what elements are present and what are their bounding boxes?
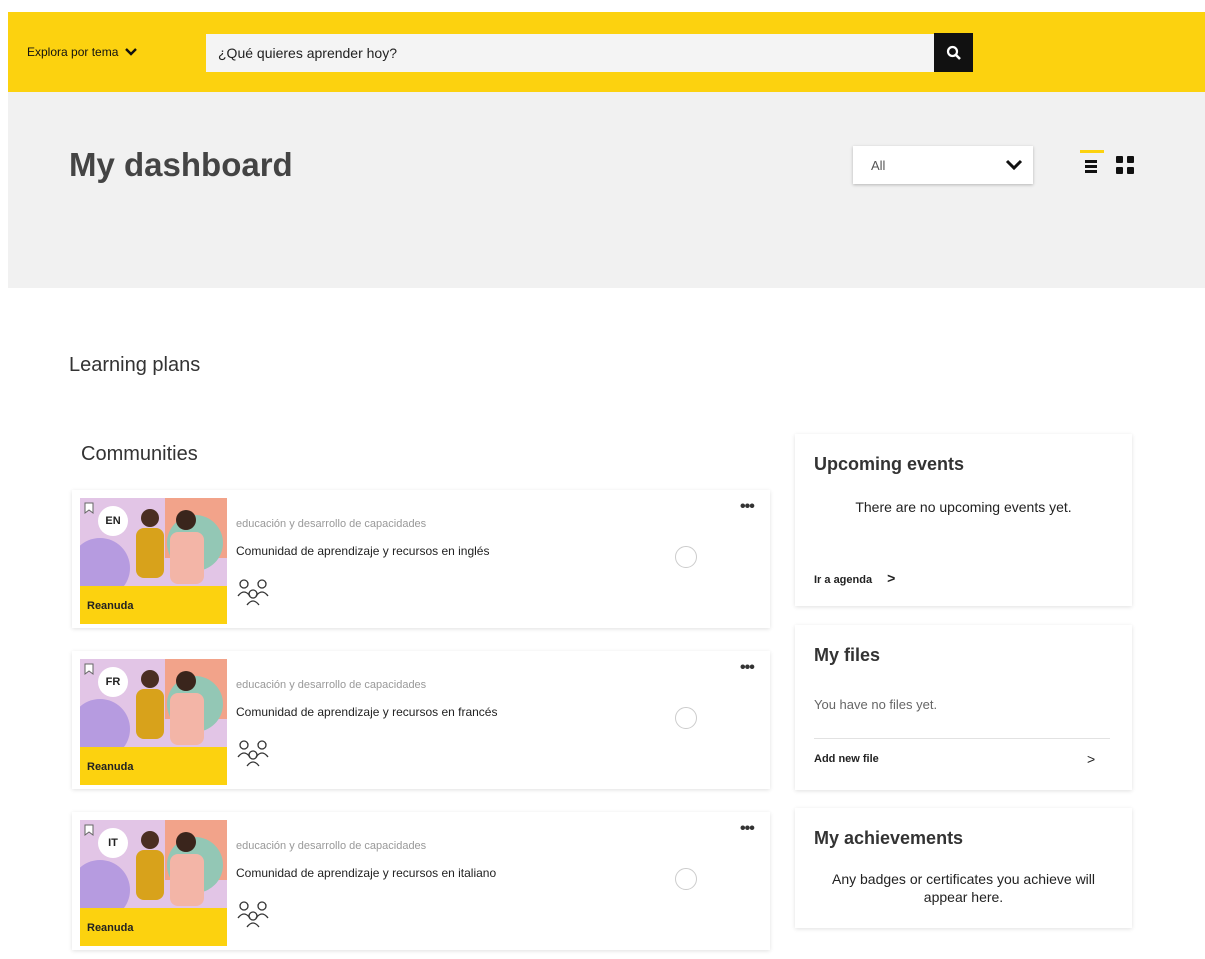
community-members-icon	[237, 901, 269, 928]
community-name[interactable]: Comunidad de aprendizaje y recursos en i…	[236, 866, 496, 880]
bookmark-icon[interactable]	[84, 663, 94, 675]
grid-view-icon[interactable]	[1114, 154, 1136, 176]
list-view-icon[interactable]	[1078, 150, 1106, 178]
my-files-message: You have no files yet.	[814, 697, 938, 712]
upcoming-events-message: There are no upcoming events yet.	[855, 499, 1072, 515]
progress-circle	[675, 868, 697, 890]
explore-label: Explora por tema	[27, 45, 119, 59]
bookmark-icon[interactable]	[84, 502, 94, 514]
community-thumbnail[interactable]: IT Reanuda	[80, 820, 227, 946]
bookmark-icon[interactable]	[84, 824, 94, 836]
progress-circle	[675, 707, 697, 729]
community-thumbnail[interactable]: FR Reanuda	[80, 659, 227, 785]
chevron-down-icon	[1005, 159, 1023, 171]
language-badge: IT	[98, 828, 128, 858]
resume-button[interactable]: Reanuda	[87, 761, 133, 773]
learning-plans-title: Learning plans	[69, 354, 201, 376]
upcoming-events-title: Upcoming events	[814, 454, 965, 474]
language-badge: FR	[98, 667, 128, 697]
community-card[interactable]: IT Reanuda educación y desarrollo de cap…	[72, 812, 770, 950]
community-members-icon	[237, 579, 269, 606]
community-category: educación y desarrollo de capacidades	[236, 840, 427, 852]
add-new-file-link[interactable]: Add new file	[814, 753, 879, 765]
communities-title: Communities	[81, 443, 198, 465]
more-options-icon[interactable]: •••	[740, 659, 755, 677]
community-name[interactable]: Comunidad de aprendizaje y recursos en i…	[236, 544, 489, 558]
upcoming-events-panel: Upcoming events There are no upcoming ev…	[795, 434, 1132, 606]
community-category: educación y desarrollo de capacidades	[236, 518, 427, 530]
dashboard-header: My dashboard All	[8, 92, 1205, 288]
search-input[interactable]	[206, 34, 941, 72]
go-to-agenda-label: Ir a agenda	[814, 574, 873, 586]
my-achievements-title: My achievements	[814, 828, 964, 848]
my-achievements-message: Any badges or certificates you achieve w…	[831, 871, 1096, 905]
filter-selected-value: All	[871, 157, 886, 173]
community-name[interactable]: Comunidad de aprendizaje y recursos en f…	[236, 705, 497, 719]
community-thumbnail[interactable]: EN Reanuda	[80, 498, 227, 624]
more-options-icon[interactable]: •••	[740, 498, 755, 516]
divider	[814, 738, 1110, 739]
language-badge: EN	[98, 506, 128, 536]
my-achievements-panel: My achievements Any badges or certificat…	[795, 808, 1132, 928]
chevron-right-icon: >	[887, 570, 896, 586]
page-title: My dashboard	[69, 146, 293, 183]
community-category: educación y desarrollo de capacidades	[236, 679, 427, 691]
my-files-title: My files	[814, 645, 881, 665]
community-card[interactable]: FR Reanuda educación y desarrollo de cap…	[72, 651, 770, 789]
search-button[interactable]	[934, 33, 973, 72]
resume-button[interactable]: Reanuda	[87, 922, 133, 934]
community-card[interactable]: EN Reanuda educación y desarrollo de cap…	[72, 490, 770, 628]
top-bar: Explora por tema	[8, 12, 1205, 92]
search-box	[206, 34, 941, 72]
go-to-agenda-link[interactable]: Ir a agenda >	[814, 570, 895, 586]
chevron-right-icon[interactable]: >	[1087, 751, 1095, 767]
community-members-icon	[237, 740, 269, 767]
chevron-down-icon	[125, 48, 138, 56]
explore-by-topic-button[interactable]: Explora por tema	[27, 45, 138, 59]
progress-circle	[675, 546, 697, 568]
my-files-panel: My files You have no files yet. Add new …	[795, 625, 1132, 790]
search-icon	[946, 45, 961, 60]
more-options-icon[interactable]: •••	[740, 820, 755, 838]
resume-button[interactable]: Reanuda	[87, 600, 133, 612]
filter-select[interactable]: All	[853, 146, 1033, 184]
